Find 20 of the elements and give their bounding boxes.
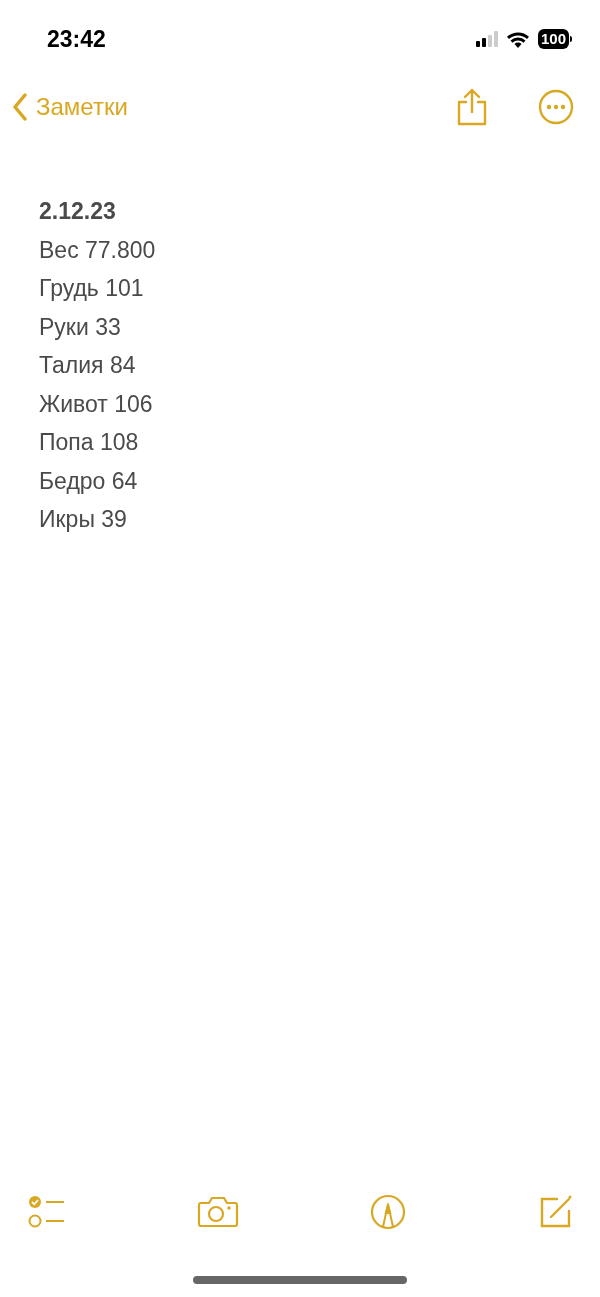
note-line: Живот 106 — [39, 389, 154, 419]
note-line: Попа 108 — [39, 428, 140, 457]
note-line: Талия 84 — [39, 351, 137, 380]
note-line: Бедро 64 — [39, 466, 139, 496]
share-icon[interactable] — [456, 88, 488, 126]
status-time: 23:42 — [47, 25, 106, 53]
note-line: Икры 39 — [39, 505, 128, 534]
chevron-left-icon — [12, 93, 28, 121]
note-line: Вес 77.800 — [39, 235, 157, 265]
camera-icon[interactable] — [197, 1196, 239, 1228]
wifi-icon — [505, 30, 530, 48]
note-line: Руки 33 — [39, 312, 122, 342]
signal-icon — [475, 31, 498, 47]
pen-tip-icon[interactable] — [370, 1194, 406, 1230]
more-icon[interactable] — [538, 89, 574, 125]
battery-icon: 100 — [537, 29, 572, 49]
note-line: Грудь 101 — [39, 274, 145, 303]
note-title: 2.12.23 — [39, 197, 117, 226]
back-button[interactable]: Заметки — [12, 93, 128, 121]
checklist-icon[interactable] — [28, 1195, 66, 1229]
